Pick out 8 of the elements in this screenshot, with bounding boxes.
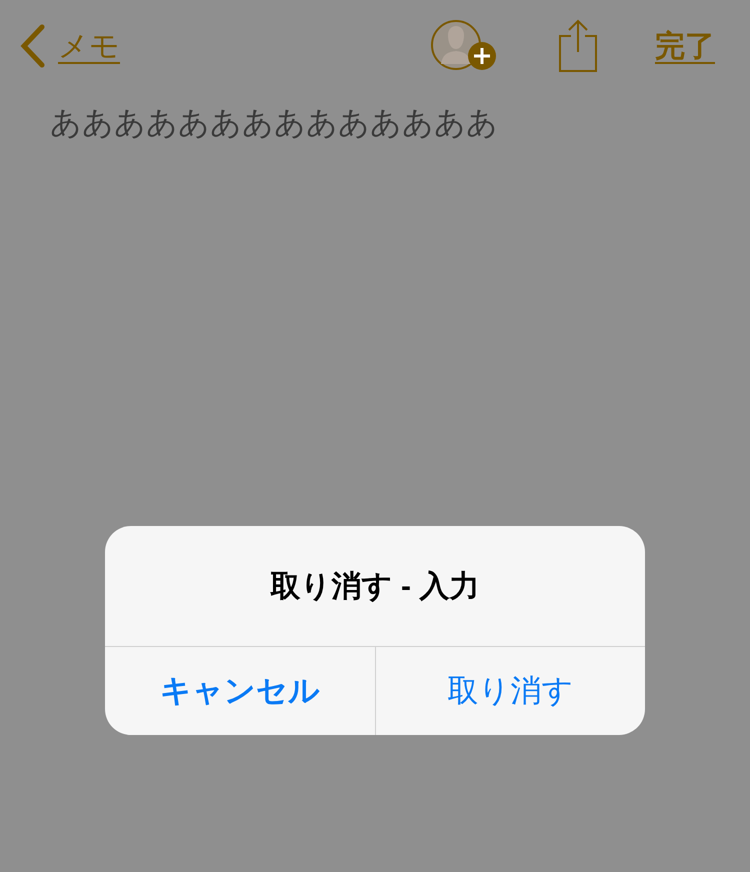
alert-title: 取り消す - 入力 bbox=[105, 526, 645, 647]
back-link[interactable]: メモ bbox=[20, 24, 120, 68]
add-contact-icon[interactable] bbox=[431, 19, 497, 73]
done-link[interactable]: 完了 bbox=[655, 26, 715, 66]
note-text[interactable]: ああああああああああああああ bbox=[50, 102, 700, 144]
undo-button[interactable]: 取り消す bbox=[374, 647, 645, 735]
chevron-left-icon bbox=[20, 24, 46, 68]
cancel-button[interactable]: キャンセル bbox=[105, 647, 374, 735]
